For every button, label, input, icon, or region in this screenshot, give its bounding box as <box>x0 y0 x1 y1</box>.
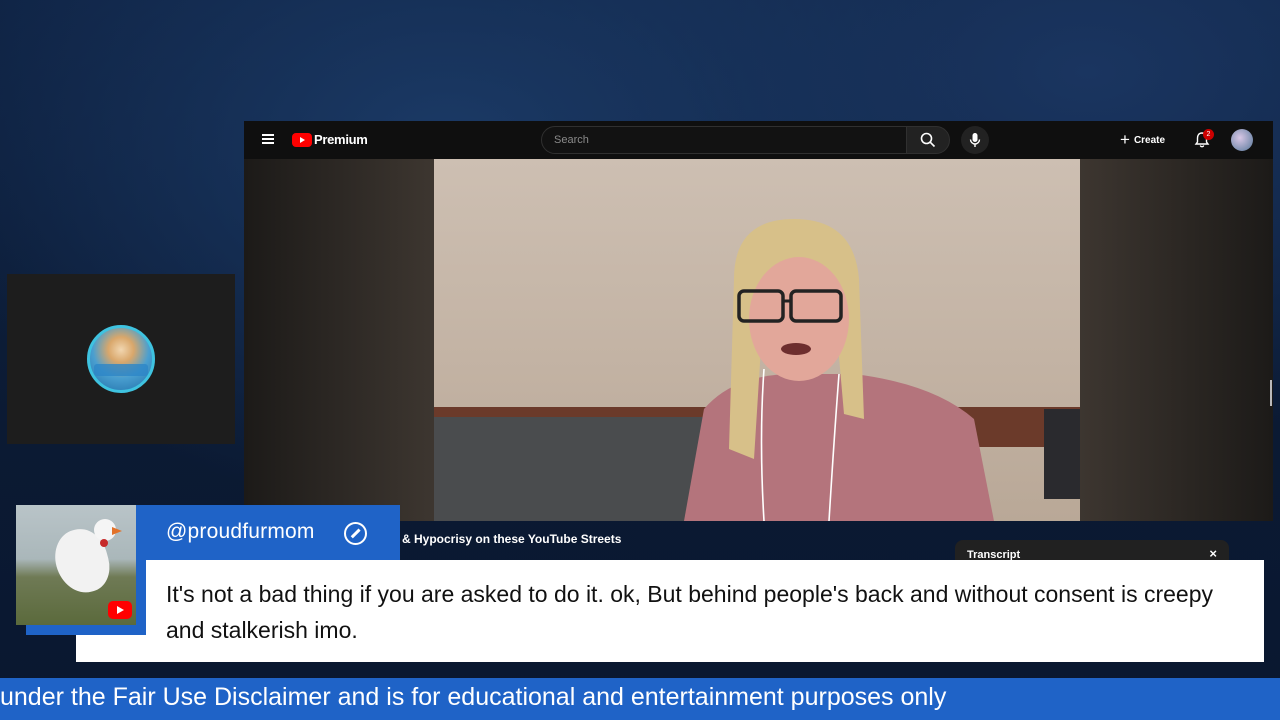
youtube-logo-icon <box>292 132 312 147</box>
youtube-mini-icon <box>108 601 132 619</box>
avatar-banner <box>94 364 148 376</box>
close-icon[interactable]: × <box>1209 546 1217 561</box>
ticker-text: under the Fair Use Disclaimer and is for… <box>0 683 947 711</box>
search-input[interactable]: Search <box>541 126 907 154</box>
bird-beak <box>112 527 122 535</box>
no-symbol-icon <box>344 522 367 545</box>
video-player[interactable] <box>244 159 1273 521</box>
youtube-window: Premium Search + Create 2 <box>244 121 1273 521</box>
comment-avatar <box>16 505 136 625</box>
comment-username: @proudfurmom <box>166 520 315 543</box>
video-background-right <box>1080 159 1273 521</box>
search-button[interactable] <box>906 126 950 154</box>
account-avatar[interactable] <box>1231 129 1253 151</box>
bird-wattle <box>100 539 108 547</box>
search-icon <box>920 132 936 148</box>
mic-icon <box>969 133 981 147</box>
menu-icon[interactable] <box>262 134 274 144</box>
voice-search-button[interactable] <box>961 126 989 154</box>
edge-indicator <box>1270 380 1280 406</box>
youtube-topbar: Premium Search + Create 2 <box>244 121 1273 159</box>
youtube-logo[interactable]: Premium <box>292 132 368 147</box>
video-title: & Hypocrisy on these YouTube Streets <box>402 532 622 546</box>
notification-badge: 2 <box>1203 129 1214 140</box>
video-content-image <box>434 219 1080 521</box>
create-button[interactable]: + Create <box>1120 130 1165 150</box>
streamer-avatar <box>87 325 155 393</box>
create-label: Create <box>1133 134 1166 146</box>
plus-icon: + <box>1120 130 1130 149</box>
video-background-left <box>244 159 434 521</box>
camera-placeholder <box>7 274 235 444</box>
video-frame[interactable] <box>434 159 1080 521</box>
youtube-brand-label: Premium <box>314 132 368 147</box>
comment-text: It's not a bad thing if you are asked to… <box>166 581 1213 643</box>
